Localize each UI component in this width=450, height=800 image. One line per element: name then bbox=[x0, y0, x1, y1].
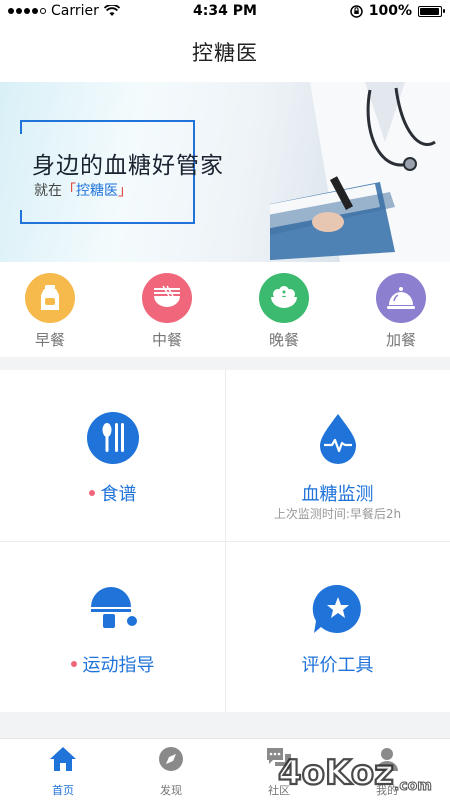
orientation-lock-icon bbox=[349, 4, 363, 18]
status-right: 100% bbox=[349, 3, 445, 19]
last-monitor-time: 上次监测时间:早餐后2h bbox=[273, 507, 402, 521]
tab-discover[interactable]: 发现 bbox=[136, 745, 206, 798]
feature-label: 运动指导 bbox=[0, 651, 225, 677]
milk-bottle-icon bbox=[25, 273, 75, 323]
feature-label-text: 血糖监测 bbox=[301, 484, 374, 505]
banner-headline: 身边的血糖好管家 bbox=[32, 153, 224, 179]
meal-dinner[interactable]: 晚餐 bbox=[244, 273, 324, 350]
feature-label-text: 运动指导 bbox=[82, 655, 155, 676]
doctor-illustration bbox=[270, 82, 450, 262]
watermark-text: 4oKoz bbox=[278, 753, 394, 793]
meal-breakfast[interactable]: 早餐 bbox=[10, 273, 90, 350]
battery-percent: 100% bbox=[368, 3, 412, 19]
feature-label-text: 食谱 bbox=[100, 484, 137, 505]
banner-brand: 控糖医 bbox=[76, 183, 118, 199]
star-bubble-icon bbox=[312, 584, 361, 633]
meal-shortcuts: 早餐 中餐 晚餐 加餐 bbox=[0, 262, 450, 357]
tab-home[interactable]: 首页 bbox=[28, 745, 98, 798]
navigation-bar: 控糖医 bbox=[0, 22, 450, 82]
status-bar: Carrier 4:34 PM 100% bbox=[0, 0, 450, 22]
meal-lunch[interactable]: 中餐 bbox=[127, 273, 207, 350]
tab-label: 发现 bbox=[160, 784, 182, 797]
spoon-fork-icon bbox=[87, 412, 139, 464]
meal-label: 晚餐 bbox=[268, 331, 299, 349]
feature-grid: 食谱 血糖监测 上次监测时间:早餐后2h 运动指导 评价工具 bbox=[0, 370, 450, 712]
feature-label: 食谱 bbox=[0, 480, 225, 506]
blood-drop-pulse-icon bbox=[320, 414, 356, 464]
feature-exercise[interactable]: 运动指导 bbox=[0, 541, 225, 712]
page-title: 控糖医 bbox=[192, 41, 258, 65]
meal-label: 加餐 bbox=[385, 331, 416, 349]
feature-label: 评价工具 bbox=[225, 651, 450, 677]
meal-snack[interactable]: 加餐 bbox=[361, 273, 441, 350]
noodle-bowl-icon bbox=[142, 273, 192, 323]
tab-label: 首页 bbox=[52, 784, 74, 797]
promo-banner[interactable]: 身边的血糖好管家 就在 「 控糖医 」 bbox=[0, 82, 450, 262]
feature-glucose-monitor[interactable]: 血糖监测 上次监测时间:早餐后2h bbox=[225, 370, 450, 541]
watermark-suffix: .com bbox=[394, 778, 432, 794]
battery-icon bbox=[418, 5, 445, 17]
table-tennis-icon bbox=[91, 587, 137, 628]
feature-label: 血糖监测 bbox=[225, 480, 450, 506]
unread-dot bbox=[70, 661, 77, 667]
food-cloche-icon bbox=[376, 273, 426, 323]
site-watermark-logo: 4oKoz .com bbox=[277, 752, 432, 795]
unread-dot bbox=[88, 490, 95, 496]
feature-label-text: 评价工具 bbox=[301, 655, 374, 676]
compass-icon bbox=[157, 745, 185, 773]
feature-recipes[interactable]: 食谱 bbox=[0, 370, 225, 541]
rice-bowl-icon bbox=[259, 273, 309, 323]
meal-label: 中餐 bbox=[151, 331, 182, 349]
banner-bracket-close: 」 bbox=[118, 183, 132, 199]
banner-bracket-open: 「 bbox=[62, 183, 76, 199]
banner-sub-prefix: 就在 bbox=[34, 183, 62, 199]
banner-subtitle: 就在 「 控糖医 」 bbox=[34, 180, 132, 200]
meal-label: 早餐 bbox=[34, 331, 65, 349]
home-icon bbox=[49, 745, 77, 773]
feature-assessment[interactable]: 评价工具 bbox=[225, 541, 450, 712]
